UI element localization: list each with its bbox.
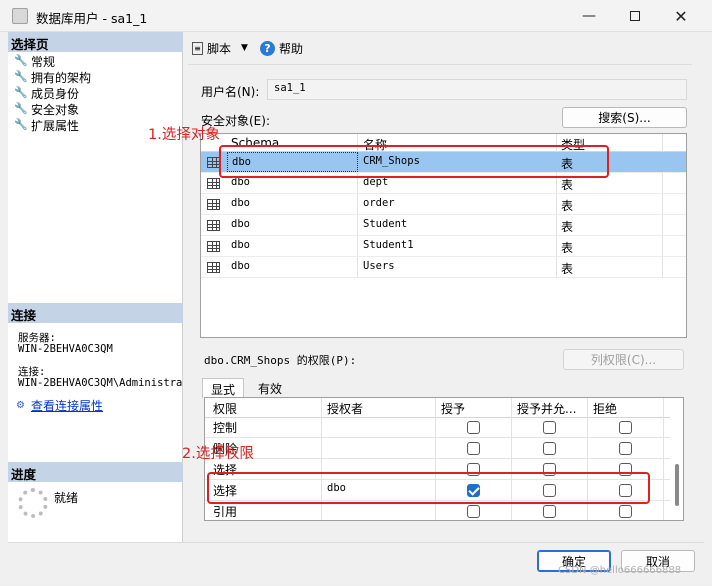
column-header-deny[interactable]: 拒绝 xyxy=(589,398,659,419)
window-title: 数据库用户 - sa1_1 xyxy=(36,11,148,26)
table-icon xyxy=(207,220,220,231)
minimize-icon[interactable]: — xyxy=(566,0,612,32)
tab-effective[interactable]: 有效 xyxy=(250,378,291,398)
permissions-label: dbo.CRM_Shops 的权限(P): xyxy=(204,354,357,367)
progress-status: 就绪 xyxy=(54,491,79,505)
securable-name: Student xyxy=(363,218,408,230)
table-icon xyxy=(207,199,220,210)
close-icon[interactable]: ✕ xyxy=(658,0,704,32)
page-membership[interactable]: 🔧 成员身份 xyxy=(14,85,79,101)
page-owned-schemas[interactable]: 🔧 拥有的架构 xyxy=(14,69,91,85)
securable-row[interactable]: dbo Users 表 xyxy=(201,257,686,278)
footer-divider xyxy=(8,542,704,543)
grant-checkbox[interactable] xyxy=(467,442,480,455)
app-icon xyxy=(12,8,28,24)
securable-type: 表 xyxy=(561,220,574,234)
maximize-icon[interactable] xyxy=(612,0,658,32)
grant-checkbox[interactable] xyxy=(467,505,480,518)
column-header-grant[interactable]: 授予 xyxy=(437,398,509,419)
securable-schema: dbo xyxy=(231,239,250,251)
permission-grantor xyxy=(323,501,433,520)
title-bar: 数据库用户 - sa1_1 — ✕ xyxy=(0,0,712,32)
connection-value: WIN-2BEHVA0C3QM\Administrat xyxy=(18,377,183,389)
annotation-box-step1 xyxy=(219,145,609,178)
script-dropdown-chevron-icon[interactable]: ▼ xyxy=(241,43,248,53)
connection-header: 连接 xyxy=(8,303,183,323)
securable-schema: dbo xyxy=(231,260,250,272)
script-icon: ≡ xyxy=(192,41,203,55)
with-grant-checkbox[interactable] xyxy=(543,421,556,434)
permissions-header-row: 权限 授权者 授予 授予并允... 拒绝 xyxy=(205,398,670,418)
with-grant-checkbox[interactable] xyxy=(543,442,556,455)
deny-checkbox[interactable] xyxy=(619,505,632,518)
table-icon xyxy=(207,262,220,273)
securable-schema: dbo xyxy=(231,218,250,230)
wrench-icon: 🔧 xyxy=(14,70,28,83)
user-name-input[interactable]: sa1_1 xyxy=(267,79,687,100)
select-page-header: 选择页 xyxy=(8,32,183,52)
script-button[interactable]: ≡ 脚本 xyxy=(192,40,231,57)
search-button[interactable]: 搜索(S)... xyxy=(562,107,687,128)
annotation-box-step2 xyxy=(207,472,650,504)
column-header-with-grant[interactable]: 授予并允... xyxy=(513,398,587,419)
permission-row: 删除 xyxy=(205,438,670,459)
user-name-label: 用户名(N): xyxy=(201,85,260,99)
progress-spinner-icon xyxy=(18,488,48,518)
server-value: WIN-2BEHVA0C3QM xyxy=(18,343,113,355)
securable-name: Users xyxy=(363,260,395,272)
permission-name: 引用 xyxy=(213,505,238,519)
table-icon xyxy=(207,241,220,252)
securable-row[interactable]: dbo order 表 xyxy=(201,194,686,215)
annotation-step1: 1.选择对象 xyxy=(148,127,220,143)
permission-grantor xyxy=(323,417,433,438)
toolbar-divider xyxy=(188,64,692,65)
permission-name: 控制 xyxy=(213,421,238,435)
progress-header: 进度 xyxy=(8,462,183,482)
grant-checkbox[interactable] xyxy=(467,421,480,434)
securable-row[interactable]: dbo Student1 表 xyxy=(201,236,686,257)
wrench-icon: 🔧 xyxy=(14,102,28,115)
securable-name: Student1 xyxy=(363,239,414,251)
wrench-icon: 🔧 xyxy=(14,86,28,99)
deny-checkbox[interactable] xyxy=(619,442,632,455)
column-header-permission[interactable]: 权限 xyxy=(209,398,319,419)
annotation-step2: 2.选择权限 xyxy=(182,446,254,462)
deny-checkbox[interactable] xyxy=(619,421,632,434)
permission-grantor xyxy=(323,438,433,459)
securable-row[interactable]: dbo Student 表 xyxy=(201,215,686,236)
securable-schema: dbo xyxy=(231,197,250,209)
view-connection-properties-link[interactable]: ⚙ 查看连接属性 xyxy=(16,397,103,413)
wrench-icon: 🔧 xyxy=(14,54,28,67)
help-icon: ? xyxy=(259,40,275,56)
page-securables[interactable]: 🔧 安全对象 xyxy=(14,101,79,117)
securable-type: 表 xyxy=(561,262,574,276)
page-general[interactable]: 🔧 常规 xyxy=(14,53,55,69)
with-grant-checkbox[interactable] xyxy=(543,505,556,518)
toolbar: ≡ 脚本 ▼ ? 帮助 xyxy=(192,38,303,58)
help-button[interactable]: ? 帮助 xyxy=(259,40,303,57)
wrench-icon: 🔧 xyxy=(14,118,28,131)
table-icon xyxy=(207,178,220,189)
sidebar: 选择页 🔧 常规 🔧 拥有的架构 🔧 成员身份 🔧 安全对象 🔧 扩展属性 连接 服务器:… xyxy=(8,32,183,542)
securable-type: 表 xyxy=(561,199,574,213)
watermark: CSDN @hello666666888 xyxy=(558,565,682,576)
tab-explicit[interactable]: 显式 xyxy=(202,378,245,398)
page-extended-properties[interactable]: 🔧 扩展属性 xyxy=(14,117,79,133)
permissions-scrollbar[interactable] xyxy=(675,464,679,506)
securable-type: 表 xyxy=(561,241,574,255)
connection-properties-icon: ⚙ xyxy=(16,399,25,411)
permission-row: 控制 xyxy=(205,417,670,438)
column-permissions-button[interactable]: 列权限(C)... xyxy=(563,349,684,370)
securable-name: order xyxy=(363,197,395,209)
column-header-grantor[interactable]: 授权者 xyxy=(323,398,433,419)
permission-row: 引用 xyxy=(205,501,670,520)
